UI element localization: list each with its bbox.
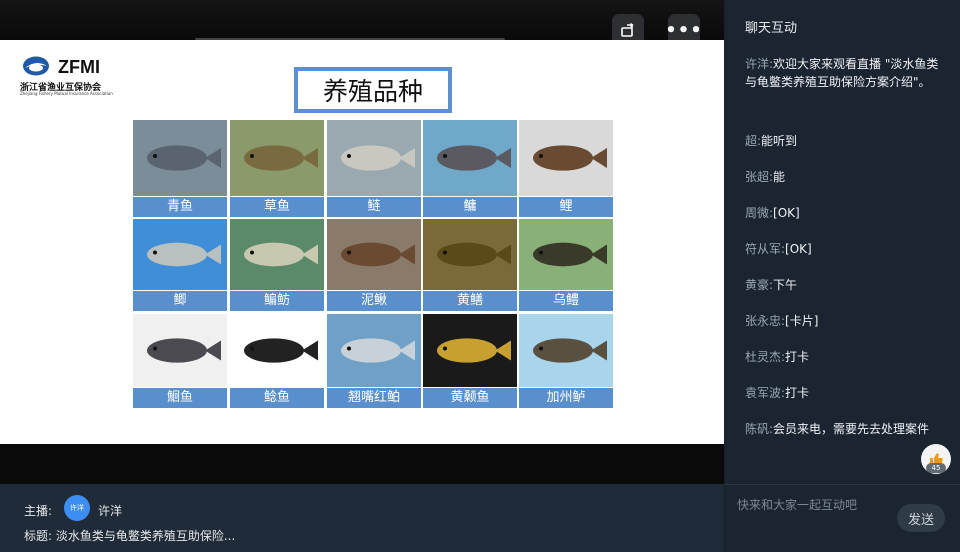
slide-title: 养殖品种 (322, 77, 423, 106)
chat-sender: 许洋: (745, 57, 774, 71)
host-name: 许洋 (98, 504, 123, 518)
more-dots-icon: ••• (665, 19, 703, 41)
chat-sender: 陈矾: (745, 422, 774, 436)
fish-photo (133, 219, 227, 290)
fish-label: 鲫 (133, 291, 227, 311)
host-label: 主播: (24, 504, 53, 518)
chat-message: 符从军:[OK] (745, 240, 945, 258)
presentation-slide: ZFMI 浙江省渔业互保协会 Zhejiang Fishery Mutual I… (0, 40, 724, 444)
fish-label: 黄颡鱼 (423, 388, 517, 408)
live-stream-app: ••• ZFMI 浙江省渔业互保协会 Zhejiang Fishery Mutu… (0, 0, 960, 552)
fish-photo (327, 314, 421, 387)
chat-sender: 张永忠: (745, 314, 786, 328)
org-english-name: Zhejiang Fishery Mutual Insurance Associ… (20, 91, 113, 96)
chat-sender: 超: (745, 134, 762, 148)
send-button[interactable]: 发送 (897, 504, 945, 532)
chat-message: 超:能听到 (745, 132, 945, 150)
fish-label: 鳊鲂 (230, 291, 324, 311)
fish-label: 鮰鱼 (133, 388, 227, 408)
fish-photo (423, 314, 517, 387)
fish-label: 鳙 (423, 197, 517, 217)
chat-message: 陈矾:会员来电，需要先去处理案件 (745, 420, 945, 438)
chat-message: 袁军波:打卡 (745, 384, 945, 402)
fish-photo (519, 120, 613, 196)
fish-label: 乌鳢 (519, 291, 613, 311)
chat-panel: 聊天互动 许洋:欢迎大家来观看直播 "淡水鱼类与龟鳖类养殖互助保险方案介绍"。超… (724, 0, 960, 552)
fish-photo (327, 219, 421, 290)
chat-input[interactable] (737, 495, 907, 515)
fish-label: 青鱼 (133, 197, 227, 217)
chat-text: 会员来电，需要先去处理案件 (773, 422, 930, 436)
chat-message: 许洋:欢迎大家来观看直播 "淡水鱼类与龟鳖类养殖互助保险方案介绍"。 (745, 55, 945, 91)
fish-photo (230, 314, 324, 387)
fish-label: 泥鳅 (327, 291, 421, 311)
video-bottom-bar (0, 444, 724, 484)
host-avatar[interactable]: 许洋 (64, 495, 90, 521)
zfmi-logo-mark-icon (23, 56, 49, 76)
chat-text: 能 (773, 170, 786, 184)
zfmi-logo: ZFMI 浙江省渔业互保协会 Zhejiang Fishery Mutual I… (20, 55, 120, 96)
fish-photo (327, 120, 421, 196)
stream-info-bar: 主播: 许洋 许洋 标题: 淡水鱼类与龟鳖类养殖互助保险... (0, 484, 724, 552)
chat-header: 聊天互动 (745, 21, 798, 36)
chat-sender: 张超: (745, 170, 774, 184)
fish-label: 翘嘴红鲌 (327, 388, 421, 408)
fish-photo (423, 219, 517, 290)
chat-sender: 周微: (745, 206, 774, 220)
video-player[interactable]: ••• ZFMI 浙江省渔业互保协会 Zhejiang Fishery Mutu… (0, 0, 724, 484)
fish-label: 鲤 (519, 197, 613, 217)
fish-label: 加州鲈 (519, 388, 613, 408)
chat-message: 杜灵杰:打卡 (745, 348, 945, 366)
fish-photo (230, 120, 324, 196)
chat-text: [OK] (785, 242, 812, 256)
chat-text: 打卡 (785, 350, 810, 364)
chat-sender: 符从军: (745, 242, 786, 256)
fish-photo (519, 219, 613, 290)
slide-title-box: 养殖品种 (294, 67, 452, 113)
stream-title: 标题: 淡水鱼类与龟鳖类养殖互助保险... (24, 529, 236, 543)
chat-text: 能听到 (761, 134, 798, 148)
chat-text: [OK] (773, 206, 800, 220)
chat-text: 打卡 (785, 386, 810, 400)
rotate-screen-icon (621, 22, 634, 37)
fish-photo (230, 219, 324, 290)
fish-photo (133, 120, 227, 196)
chat-text: 下午 (773, 278, 798, 292)
fish-photo (133, 314, 227, 387)
chat-message: 周微:[OK] (745, 204, 945, 222)
fish-label: 鲢 (327, 197, 421, 217)
chat-sender: 杜灵杰: (745, 350, 786, 364)
org-short-name: ZFMI (58, 57, 100, 77)
fish-label: 草鱼 (230, 197, 324, 217)
chat-message: 张永忠:[卡片] (745, 312, 945, 330)
fish-photo (423, 120, 517, 196)
chat-divider (725, 484, 960, 485)
fish-photo (519, 314, 613, 387)
chat-message: 张超:能 (745, 168, 945, 186)
chat-message: 黄豪:下午 (745, 276, 945, 294)
chat-sender: 黄豪: (745, 278, 774, 292)
host-avatar-text: 许洋 (70, 504, 84, 512)
fish-label: 黄鳝 (423, 291, 517, 311)
fish-label: 鲶鱼 (230, 388, 324, 408)
chat-sender: 袁军波: (745, 386, 786, 400)
like-count: 45 (926, 463, 946, 473)
chat-text: 欢迎大家来观看直播 "淡水鱼类与龟鳖类养殖互助保险方案介绍"。 (745, 57, 939, 89)
chat-text: [卡片] (785, 314, 819, 328)
